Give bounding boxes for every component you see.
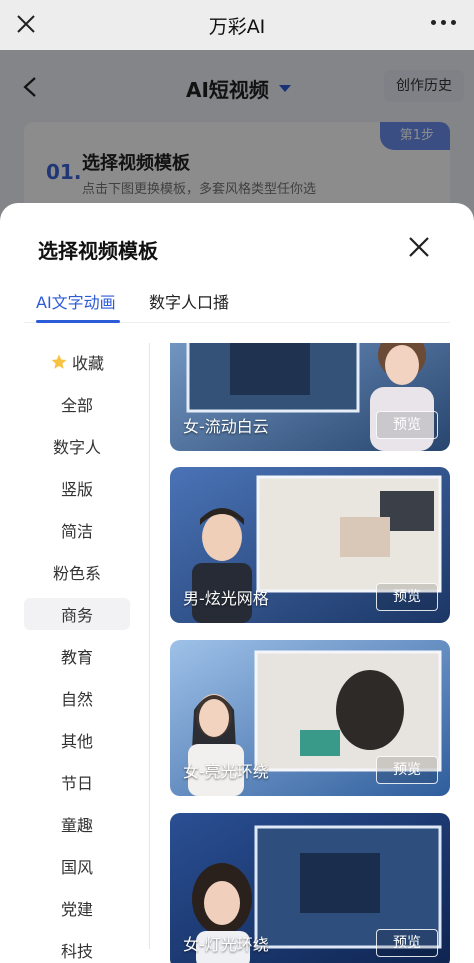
category-favorites[interactable]: 收藏 <box>24 346 130 378</box>
category-label: 节日 <box>60 774 93 793</box>
template-card[interactable]: 女-灯光环绕 预览 <box>170 813 450 963</box>
category-label: 收藏 <box>71 354 104 373</box>
category-item[interactable]: 童趣 <box>24 808 130 840</box>
preview-button[interactable]: 预览 <box>376 929 438 957</box>
category-item[interactable]: 教育 <box>24 640 130 672</box>
category-label: 党建 <box>60 900 93 919</box>
category-label: 数字人 <box>52 438 101 457</box>
category-label: 简洁 <box>60 522 93 541</box>
category-item[interactable]: 国风 <box>24 850 130 882</box>
template-name: 男-炫光网格 <box>183 589 269 608</box>
template-name: 女-灯光环绕 <box>183 935 269 954</box>
category-label: 其他 <box>60 732 93 751</box>
close-icon[interactable] <box>14 12 38 36</box>
category-label: 童趣 <box>60 816 93 835</box>
category-label: 粉色系 <box>52 564 101 583</box>
app-title: 万彩AI <box>208 15 266 38</box>
category-item[interactable]: 竖版 <box>24 472 130 504</box>
template-card[interactable]: 男-炫光网格 预览 <box>170 467 450 623</box>
column-divider <box>149 343 150 949</box>
template-tabs: AI文字动画 数字人口播 <box>24 285 450 323</box>
category-label: 自然 <box>60 690 93 709</box>
star-icon <box>51 354 67 369</box>
template-card[interactable]: 女-亮光环绕 预览 <box>170 640 450 796</box>
category-label: 国风 <box>60 858 93 877</box>
category-label: 商务 <box>60 606 93 625</box>
category-item[interactable]: 简洁 <box>24 514 130 546</box>
category-item-active[interactable]: 商务 <box>24 598 130 630</box>
template-sheet: 选择视频模板 AI文字动画 数字人口播 收藏 全部 数字人 竖版 简洁 粉色系 … <box>0 203 474 963</box>
category-item[interactable]: 粉色系 <box>24 556 130 588</box>
template-grid: 女-流动白云 预览 男-炫光网格 预览 女-亮光环绕 预览 女-灯光环绕 预览 <box>170 343 450 963</box>
template-card[interactable]: 女-流动白云 预览 <box>170 343 450 451</box>
close-icon[interactable] <box>407 235 431 259</box>
category-item[interactable]: 数字人 <box>24 430 130 462</box>
category-item[interactable]: 节日 <box>24 766 130 798</box>
category-label: 竖版 <box>60 480 93 499</box>
sheet-title: 选择视频模板 <box>38 239 158 263</box>
preview-button[interactable]: 预览 <box>376 411 438 439</box>
tab-active-indicator <box>36 320 120 323</box>
category-label: 教育 <box>60 648 93 667</box>
preview-button[interactable]: 预览 <box>376 756 438 784</box>
template-name: 女-亮光环绕 <box>183 762 269 781</box>
category-label: 科技 <box>60 942 93 961</box>
app-bar: 万彩AI <box>0 0 474 50</box>
template-name: 女-流动白云 <box>183 417 269 436</box>
category-item[interactable]: 自然 <box>24 682 130 714</box>
tab-digital-human[interactable]: 数字人口播 <box>149 289 229 313</box>
category-item[interactable]: 全部 <box>24 388 130 420</box>
category-list: 收藏 全部 数字人 竖版 简洁 粉色系 商务 教育 自然 其他 节日 童趣 国风… <box>24 343 130 963</box>
tab-ai-text-animation[interactable]: AI文字动画 <box>36 289 116 313</box>
category-item[interactable]: 科技 <box>24 934 130 963</box>
category-item[interactable]: 党建 <box>24 892 130 924</box>
category-item[interactable]: 其他 <box>24 724 130 756</box>
more-icon[interactable] <box>431 20 456 25</box>
category-label: 全部 <box>60 396 93 415</box>
preview-button[interactable]: 预览 <box>376 583 438 611</box>
